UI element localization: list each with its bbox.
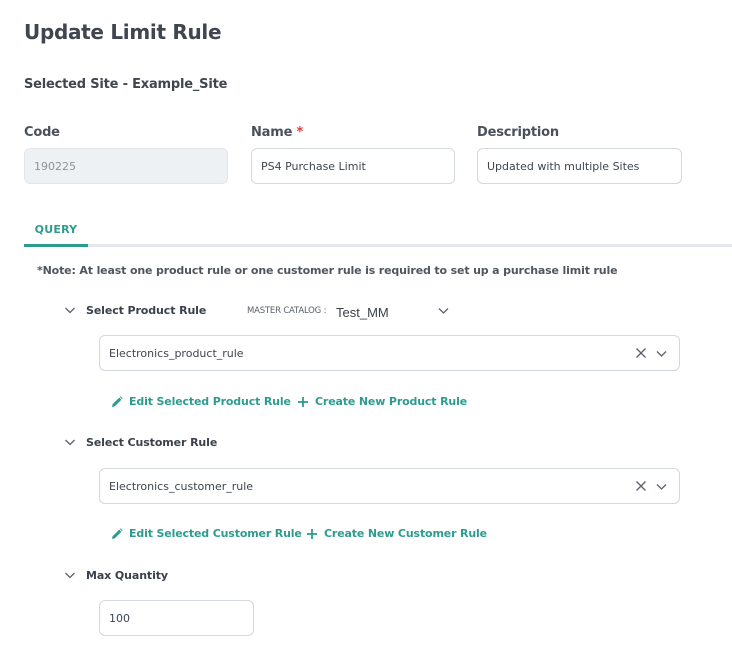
query-note: *Note: At least one product rule or one … xyxy=(37,264,618,277)
master-catalog-select[interactable]: Test_MM xyxy=(336,302,452,320)
edit-customer-rule-label: Edit Selected Customer Rule xyxy=(129,527,302,540)
name-input[interactable]: PS4 Purchase Limit xyxy=(251,148,455,184)
max-quantity-section-toggle[interactable]: Max Quantity xyxy=(63,568,168,582)
required-marker: * xyxy=(296,125,304,140)
customer-rule-select[interactable]: Electronics_customer_rule xyxy=(99,468,680,504)
create-product-rule-label: Create New Product Rule xyxy=(315,395,468,408)
code-label: Code xyxy=(24,125,60,140)
customer-rule-value: Electronics_customer_rule xyxy=(109,479,254,493)
chevron-down-icon[interactable] xyxy=(655,480,668,493)
master-catalog-label: MASTER CATALOG : xyxy=(247,306,327,316)
plus-icon xyxy=(307,528,317,539)
tab-query[interactable]: QUERY xyxy=(24,210,88,248)
create-customer-rule-link[interactable]: Create New Customer Rule xyxy=(306,527,487,540)
selected-site-label: Selected Site - Example_Site xyxy=(24,77,228,92)
chevron-down-icon xyxy=(65,439,75,446)
name-label: Name * xyxy=(251,125,303,140)
master-catalog-value: Test_MM xyxy=(336,305,389,320)
create-product-rule-link[interactable]: Create New Product Rule xyxy=(297,395,467,408)
edit-customer-rule-link[interactable]: Edit Selected Customer Rule xyxy=(111,527,302,540)
tab-active-indicator xyxy=(24,244,88,247)
description-input[interactable]: Updated with multiple Sites xyxy=(477,148,682,184)
name-label-text: Name xyxy=(251,125,293,140)
max-quantity-section-label: Max Quantity xyxy=(86,568,168,582)
tab-bar-divider xyxy=(24,244,732,247)
chevron-down-icon xyxy=(65,307,75,314)
close-icon[interactable] xyxy=(635,480,647,492)
plus-icon xyxy=(298,396,308,407)
chevron-down-icon[interactable] xyxy=(655,347,668,360)
pencil-icon xyxy=(112,527,123,539)
pencil-icon xyxy=(112,395,123,407)
product-rule-section-toggle[interactable]: Select Product Rule xyxy=(63,303,206,317)
edit-product-rule-label: Edit Selected Product Rule xyxy=(129,395,291,408)
customer-rule-section-toggle[interactable]: Select Customer Rule xyxy=(63,435,217,449)
customer-rule-section-label: Select Customer Rule xyxy=(86,435,218,449)
product-rule-value: Electronics_product_rule xyxy=(109,346,244,360)
create-customer-rule-label: Create New Customer Rule xyxy=(324,527,487,540)
close-icon[interactable] xyxy=(635,347,647,359)
page-title: Update Limit Rule xyxy=(24,20,222,44)
edit-product-rule-link[interactable]: Edit Selected Product Rule xyxy=(111,395,291,408)
product-rule-section-label: Select Product Rule xyxy=(86,303,207,317)
max-quantity-input[interactable]: 100 xyxy=(99,600,254,636)
code-field: 190225 xyxy=(24,148,228,184)
chevron-down-icon xyxy=(65,572,75,579)
product-rule-select[interactable]: Electronics_product_rule xyxy=(99,335,680,371)
chevron-down-icon xyxy=(438,308,449,314)
description-label: Description xyxy=(477,125,559,140)
